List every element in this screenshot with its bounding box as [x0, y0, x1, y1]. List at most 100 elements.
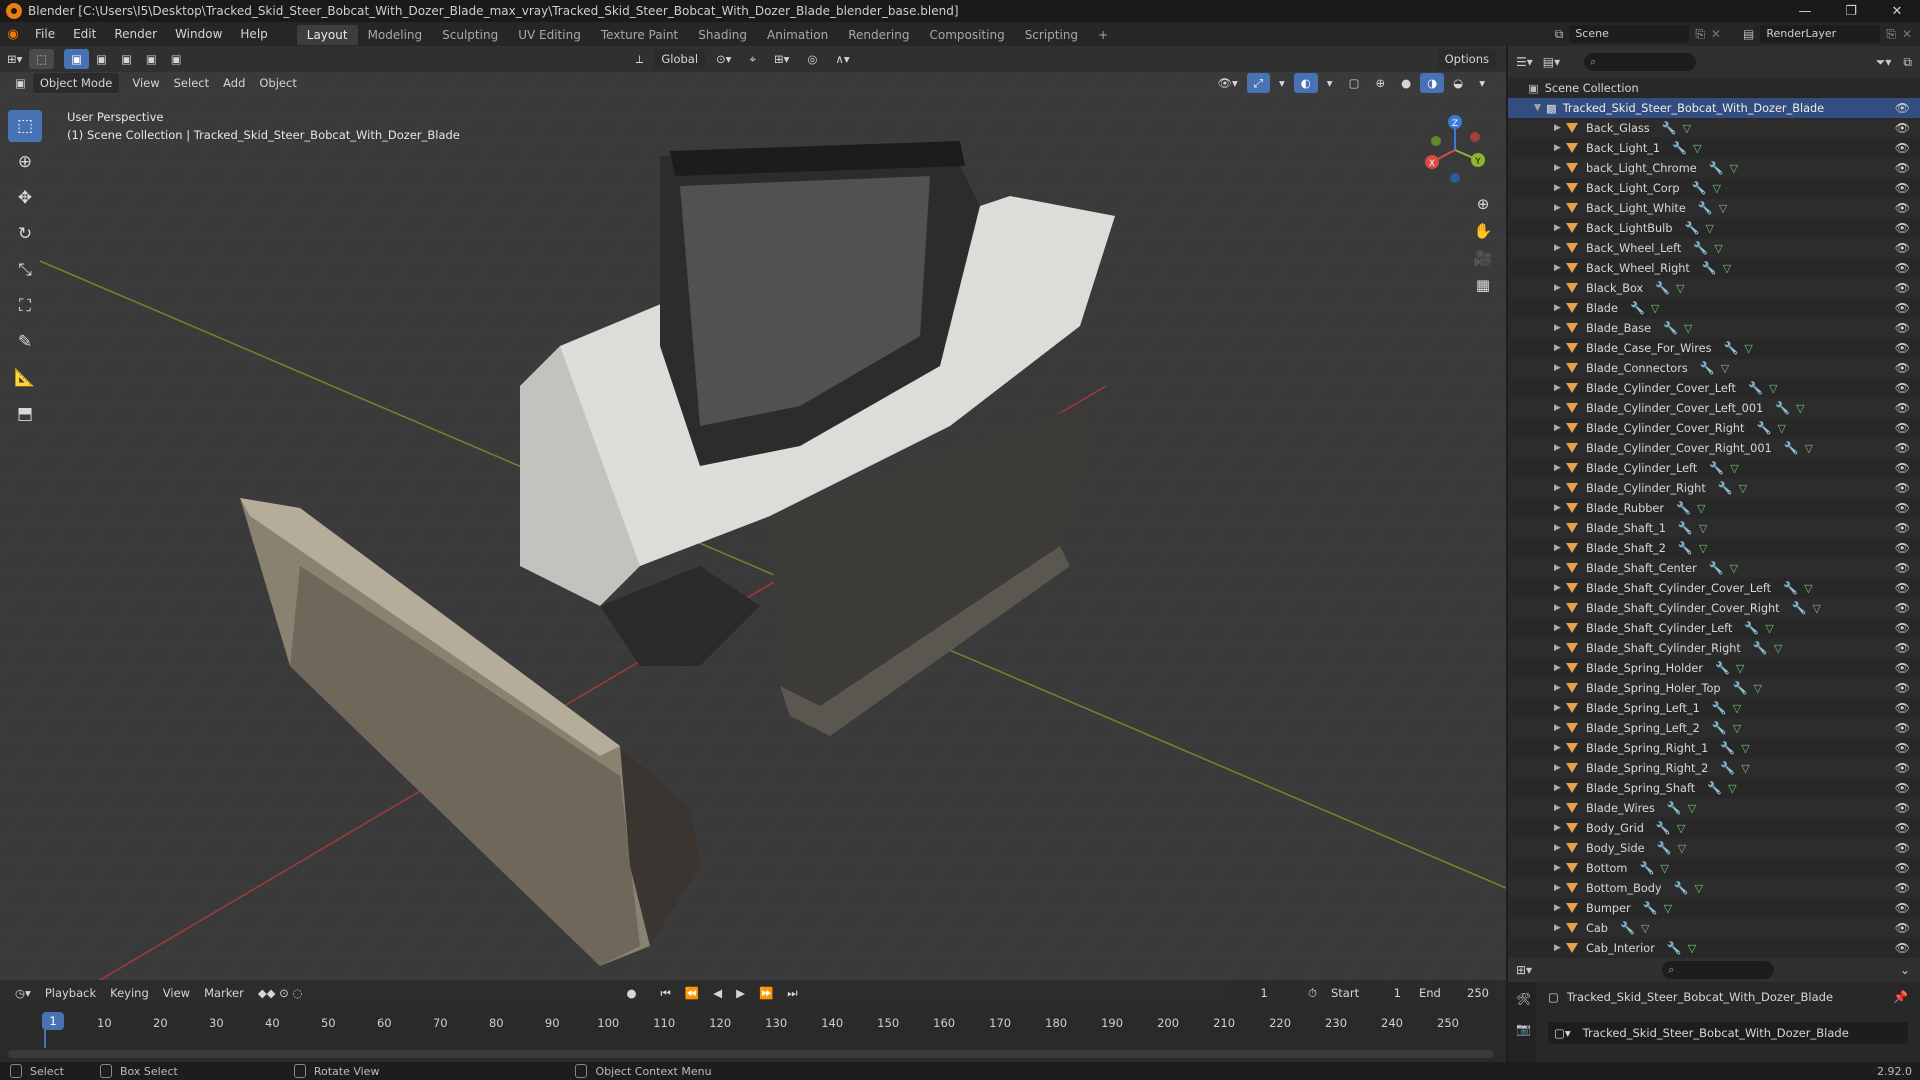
outliner-object-row[interactable]: ▶ Blade 🔧 ▽ 👁	[1508, 298, 1920, 318]
mesh-data-icon[interactable]: ▽	[1721, 362, 1729, 375]
record-icon[interactable]: ●	[620, 983, 644, 1003]
navigation-gizmo[interactable]: Z Y X	[1420, 112, 1490, 188]
expand-arrow-icon[interactable]: ▶	[1554, 183, 1566, 193]
eye-icon[interactable]: 👁	[1895, 541, 1910, 555]
modifier-wrench-icon[interactable]: 🔧	[1718, 481, 1733, 495]
modifier-wrench-icon[interactable]: 🔧	[1655, 281, 1670, 295]
proportional-edit-icon[interactable]: ◎	[800, 49, 824, 69]
modifier-wrench-icon[interactable]: 🔧	[1783, 581, 1798, 595]
mesh-data-icon[interactable]: ▽	[1769, 382, 1777, 395]
eye-icon[interactable]: 👁	[1895, 381, 1910, 395]
display-mode-icon[interactable]: ▤▾	[1543, 55, 1560, 69]
tab-uv-editing[interactable]: UV Editing	[508, 25, 591, 45]
mesh-data-icon[interactable]: ▽	[1739, 482, 1747, 495]
rotate-tool-icon[interactable]: ↻	[8, 218, 42, 250]
expand-arrow-icon[interactable]: ▶	[1554, 443, 1566, 453]
modifier-wrench-icon[interactable]: 🔧	[1674, 881, 1689, 895]
eye-icon[interactable]: 👁	[1895, 821, 1910, 835]
expand-arrow-icon[interactable]: ▶	[1554, 643, 1566, 653]
current-frame-field[interactable]: 1	[1227, 983, 1302, 1003]
properties-search-input[interactable]: ⌕	[1662, 961, 1775, 979]
filter-icon[interactable]: ⏷▾	[1876, 55, 1892, 70]
expand-arrow-icon[interactable]: ▶	[1554, 883, 1566, 893]
visibility-icon[interactable]: 👁▾	[1210, 73, 1244, 93]
eye-icon[interactable]: 👁	[1895, 201, 1910, 215]
outliner-object-row[interactable]: ▶ back_Light_Chrome 🔧 ▽ 👁	[1508, 158, 1920, 178]
outliner-search-input[interactable]: ⌕	[1584, 53, 1697, 71]
eye-icon[interactable]: 👁	[1895, 841, 1910, 855]
outliner-object-row[interactable]: ▶ Blade_Cylinder_Cover_Right_001 🔧 ▽ 👁	[1508, 438, 1920, 458]
snap-toggle-icon[interactable]: ⌖	[742, 49, 762, 69]
modifier-wrench-icon[interactable]: 🔧	[1748, 381, 1763, 395]
expand-arrow-icon[interactable]: ▶	[1554, 823, 1566, 833]
blender-menu-icon[interactable]: ◉	[0, 27, 26, 42]
mesh-data-icon[interactable]: ▽	[1660, 862, 1668, 875]
falloff-icon[interactable]: ∧▾	[828, 49, 856, 69]
eye-icon[interactable]: 👁	[1895, 901, 1910, 915]
modifier-wrench-icon[interactable]: 🔧	[1707, 781, 1722, 795]
outliner-object-row[interactable]: ▶ Bottom 🔧 ▽ 👁	[1508, 858, 1920, 878]
expand-arrow-icon[interactable]: ▶	[1554, 303, 1566, 313]
mesh-data-icon[interactable]: ▽	[1699, 522, 1707, 535]
mesh-data-icon[interactable]: ▽	[1723, 262, 1731, 275]
mesh-data-icon[interactable]: ▽	[1705, 222, 1713, 235]
outliner-object-row[interactable]: ▶ Back_LightBulb 🔧 ▽ 👁	[1508, 218, 1920, 238]
pin-icon[interactable]: 📌	[1893, 990, 1908, 1004]
tab-scripting[interactable]: Scripting	[1015, 25, 1088, 45]
move-tool-icon[interactable]: ✥	[8, 182, 42, 214]
outliner-object-row[interactable]: ▶ Blade_Spring_Holer_Top 🔧 ▽ 👁	[1508, 678, 1920, 698]
eye-icon[interactable]: 👁	[1895, 221, 1910, 235]
mesh-data-icon[interactable]: ▽	[1744, 342, 1752, 355]
select-invert-icon[interactable]: ▣	[139, 49, 164, 69]
outliner-object-row[interactable]: ▶ Blade_Cylinder_Cover_Left 🔧 ▽ 👁	[1508, 378, 1920, 398]
eye-icon[interactable]: 👁	[1895, 701, 1910, 715]
select-extend-icon[interactable]: ▣	[89, 49, 114, 69]
mesh-data-icon[interactable]: ▽	[1688, 802, 1696, 815]
menu-edit[interactable]: Edit	[64, 22, 105, 46]
new-scene-icon[interactable]: ⎘	[1695, 27, 1705, 42]
menu-window[interactable]: Window	[166, 22, 231, 46]
transform-orientation-dropdown[interactable]: Global	[654, 49, 706, 69]
scene-icon[interactable]: ⧉	[1555, 27, 1564, 42]
play-reverse-icon[interactable]: ◀	[706, 983, 729, 1003]
menu-view[interactable]: View	[125, 73, 166, 93]
add-cube-tool-icon[interactable]: ⬒	[8, 398, 42, 430]
expand-arrow-icon[interactable]: ▶	[1554, 343, 1566, 353]
select-box-tool-icon[interactable]: ⬚	[8, 110, 42, 142]
start-frame-field[interactable]: Start 1	[1324, 983, 1408, 1003]
eye-icon[interactable]: 👁	[1895, 661, 1910, 675]
select-subtract-icon[interactable]: ▣	[114, 49, 139, 69]
outliner-object-row[interactable]: ▶ Body_Grid 🔧 ▽ 👁	[1508, 818, 1920, 838]
scene-selector[interactable]: Scene	[1569, 25, 1690, 43]
eye-icon[interactable]: 👁	[1895, 641, 1910, 655]
modifier-wrench-icon[interactable]: 🔧	[1753, 641, 1768, 655]
expand-arrow-icon[interactable]: ▶	[1554, 123, 1566, 133]
outliner-object-row[interactable]: ▶ Blade_Spring_Holder 🔧 ▽ 👁	[1508, 658, 1920, 678]
expand-arrow-icon[interactable]: ▶	[1554, 503, 1566, 513]
eye-icon[interactable]: 👁	[1895, 501, 1910, 515]
eye-icon[interactable]: 👁	[1895, 581, 1910, 595]
solid-shading-icon[interactable]: ●	[1394, 73, 1418, 93]
expand-arrow-icon[interactable]: ▶	[1554, 943, 1566, 953]
expand-arrow-icon[interactable]: ▶	[1554, 923, 1566, 933]
eye-icon[interactable]: 👁	[1895, 121, 1910, 135]
expand-arrow-icon[interactable]: ▶	[1554, 863, 1566, 873]
eye-icon[interactable]: 👁	[1895, 721, 1910, 735]
outliner-object-row[interactable]: ▶ Back_Light_1 🔧 ▽ 👁	[1508, 138, 1920, 158]
expand-arrow-icon[interactable]: ▶	[1554, 703, 1566, 713]
modifier-wrench-icon[interactable]: 🔧	[1775, 401, 1790, 415]
eye-icon[interactable]: 👁	[1895, 361, 1910, 375]
eye-icon[interactable]: 👁	[1895, 301, 1910, 315]
cursor-tool-icon[interactable]: ⊕	[8, 146, 42, 178]
modifier-wrench-icon[interactable]: 🔧	[1685, 221, 1700, 235]
eye-icon[interactable]: 👁	[1895, 601, 1910, 615]
transform-tool-icon[interactable]: ⛶	[8, 290, 42, 322]
modifier-wrench-icon[interactable]: 🔧	[1676, 501, 1691, 515]
mesh-data-icon[interactable]: ▽	[1712, 182, 1720, 195]
expand-arrow-icon[interactable]: ▶	[1554, 483, 1566, 493]
mesh-data-icon[interactable]: ▽	[1804, 582, 1812, 595]
gizmo-dropdown-icon[interactable]: ▾	[1272, 73, 1292, 93]
modifier-wrench-icon[interactable]: 🔧	[1702, 261, 1717, 275]
modifier-wrench-icon[interactable]: 🔧	[1692, 181, 1707, 195]
outliner-object-row[interactable]: ▶ Blade_Shaft_1 🔧 ▽ 👁	[1508, 518, 1920, 538]
